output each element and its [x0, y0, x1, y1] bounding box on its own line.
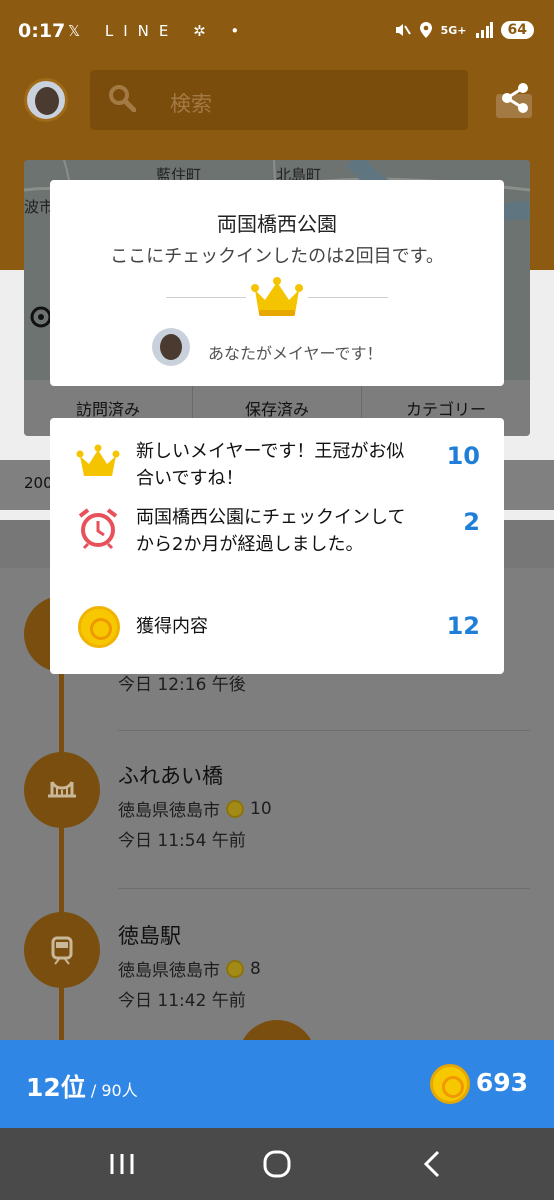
- year-label: 200: [24, 474, 53, 492]
- coin-icon: [78, 606, 120, 648]
- mute-icon: [395, 24, 411, 36]
- share-icon[interactable]: [494, 80, 534, 120]
- checkin-place: 徳島県徳島市: [118, 801, 220, 821]
- checkin-title[interactable]: ふれあい橋: [118, 760, 223, 790]
- coin-total: 693: [475, 1068, 528, 1097]
- checkin-dialog[interactable]: 両国橋西公園 ここにチェックインしたのは2回目です。 あなたがメイヤーです！: [50, 180, 504, 386]
- venue-name: 両国橋西公園: [217, 212, 337, 236]
- search-input[interactable]: 検索: [90, 70, 468, 130]
- checkin-points: 10: [250, 798, 272, 819]
- status-bar: 0:17 𝕏 LINE ✲ • 5G+ 64: [0, 0, 554, 62]
- coin-icon: [226, 959, 244, 978]
- reward-description: 獲得内容: [136, 616, 208, 637]
- checkin-place-row: 徳島県徳島市 10: [118, 796, 272, 822]
- rank-total: / 90人: [85, 1081, 138, 1100]
- system-nav-bar: [0, 1128, 554, 1200]
- reward-value: 10: [446, 442, 480, 470]
- back-icon[interactable]: [412, 1146, 452, 1182]
- status-right-icons: 5G+ 64: [393, 21, 534, 39]
- checkin-points: 8: [250, 958, 261, 979]
- checkin-time: 今日 11:42 午前: [118, 991, 246, 1011]
- rank-display: 12位 / 90人: [26, 1068, 138, 1104]
- reward-description: 両国橋西公園にチェックインしてから2か月が経過しました。: [136, 507, 406, 555]
- home-icon[interactable]: [257, 1146, 297, 1182]
- reward-value: 2: [463, 508, 480, 536]
- divider-line: [308, 297, 388, 298]
- coin-icon: [430, 1064, 470, 1104]
- timeline-icon-circle: [24, 752, 100, 828]
- profile-avatar[interactable]: [24, 78, 68, 122]
- checkin-place: 徳島県徳島市: [118, 961, 220, 981]
- coin-icon: [226, 799, 244, 818]
- checkin-count-message: ここにチェックインしたのは2回目です。: [110, 246, 444, 267]
- search-placeholder: 検索: [170, 92, 212, 116]
- location-icon: [419, 22, 432, 38]
- train-icon: [51, 936, 73, 965]
- reward-value: 12: [446, 612, 480, 640]
- crown-icon: [76, 444, 120, 476]
- checkin-place-row: 徳島県徳島市 8: [118, 956, 261, 982]
- notification-icons: 𝕏 LINE ✲ •: [68, 22, 250, 40]
- checkin-title[interactable]: 徳島駅: [118, 920, 181, 950]
- locate-me-icon[interactable]: [30, 306, 52, 328]
- alarm-clock-icon: [78, 508, 118, 550]
- mayor-avatar: [152, 328, 190, 366]
- status-time: 0:17: [18, 20, 66, 42]
- mayor-message: あなたがメイヤーです！: [208, 344, 383, 363]
- crown-icon: [251, 277, 303, 316]
- signal-icon: [475, 22, 493, 38]
- app-header: 検索: [0, 62, 554, 160]
- timeline-icon-circle: [24, 912, 100, 988]
- divider-line: [166, 297, 246, 298]
- bridge-icon: [48, 781, 76, 798]
- reward-description: 新しいメイヤーです！王冠がお似合いですね！: [136, 441, 405, 489]
- recent-apps-icon[interactable]: [102, 1146, 142, 1182]
- rank-bar[interactable]: 12位 / 90人 693: [0, 1040, 554, 1128]
- list-divider: [118, 888, 530, 889]
- rank-value: 12位: [26, 1073, 86, 1102]
- battery-indicator: 64: [500, 21, 534, 39]
- checkin-time: 今日 11:54 午前: [118, 831, 246, 851]
- search-icon: [109, 85, 136, 112]
- network-type: 5G+: [440, 23, 467, 37]
- rewards-dialog[interactable]: 新しいメイヤーです！王冠がお似合いですね！ 10 両国橋西公園にチェックインして…: [50, 418, 504, 674]
- list-divider: [118, 730, 530, 731]
